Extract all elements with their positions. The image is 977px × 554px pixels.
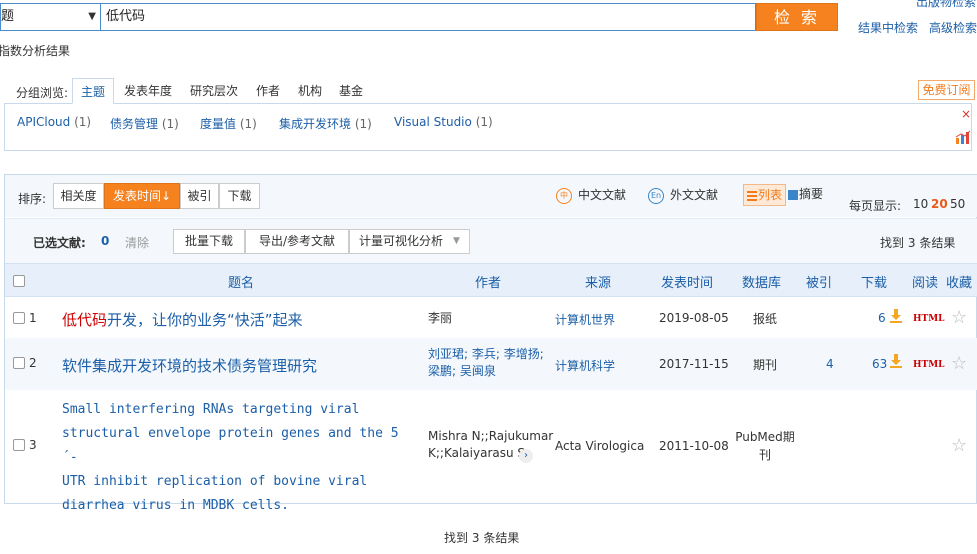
summary-icon xyxy=(788,189,798,200)
sort-label: 排序: xyxy=(18,192,47,206)
result-cited-count[interactable]: 4 xyxy=(826,357,834,371)
result-date: 2011-10-08 xyxy=(659,439,729,453)
result-title-link[interactable]: Small interfering RNAs targeting viral s… xyxy=(62,398,414,518)
per-page-20[interactable]: 20 xyxy=(931,197,948,211)
result-source[interactable]: Acta Virologica xyxy=(555,439,644,453)
result-authors[interactable]: Mishra N;;Rajukumar K;;Kalaiyarasu S xyxy=(428,428,553,462)
header-downloads[interactable]: 下载 xyxy=(861,272,887,291)
header-read: 阅读 xyxy=(912,276,939,291)
chevron-down-icon: ▼ xyxy=(88,11,96,22)
per-page-50[interactable]: 50 xyxy=(950,197,965,211)
result-title-link[interactable]: 低代码开发，让你的业务“快活”起来 xyxy=(62,309,303,330)
group-item-debt-management[interactable]: 债务管理 (1) xyxy=(110,115,179,132)
sort-date-button[interactable]: 发表时间↓ xyxy=(104,183,180,209)
arrow-down-icon: ↓ xyxy=(160,189,172,203)
group-tab-fund[interactable]: 基金 xyxy=(339,78,363,104)
per-page-label: 每页显示: xyxy=(849,199,902,213)
favorite-star-icon[interactable]: ☆ xyxy=(951,307,967,328)
list-icon xyxy=(747,190,757,201)
foreign-docs-icon: En xyxy=(648,187,664,204)
free-subscribe-button[interactable]: 免费订阅 xyxy=(918,80,975,100)
read-html-link[interactable]: HTML xyxy=(913,360,945,370)
result-source[interactable]: 计算机世界 xyxy=(555,311,615,328)
group-tab-author[interactable]: 作者 xyxy=(256,78,280,104)
search-query: 低代码 xyxy=(106,9,146,24)
search-button[interactable]: 检 索 xyxy=(756,3,838,31)
publication-search-link[interactable]: 出版物检索 xyxy=(916,0,976,10)
chinese-docs-filter[interactable]: 中中文文献 xyxy=(556,186,626,204)
group-item-ide[interactable]: 集成开发环境 (1) xyxy=(279,115,372,132)
batch-download-button[interactable]: 批量下载 xyxy=(173,229,245,254)
results-count-top: 找到 3 条结果 xyxy=(880,236,956,250)
result-date: 2019-08-05 xyxy=(659,311,729,325)
row-checkbox[interactable] xyxy=(13,357,25,369)
download-icon[interactable] xyxy=(890,354,902,368)
bar-chart-icon[interactable] xyxy=(955,130,971,144)
result-database: 报纸 xyxy=(752,312,777,326)
visual-analysis-button[interactable]: 计量可视化分析 xyxy=(349,229,470,254)
batch-bar xyxy=(5,218,977,263)
select-all-checkbox[interactable] xyxy=(13,275,25,287)
header-database: 数据库 xyxy=(742,276,782,291)
row-number: 3 xyxy=(29,438,37,452)
download-icon[interactable] xyxy=(890,309,902,323)
close-icon[interactable]: × xyxy=(961,107,971,121)
sort-cited-button[interactable]: 被引 xyxy=(180,183,219,209)
search-field-select[interactable]: 题 ▼ xyxy=(0,3,100,31)
result-database: PubMed期 刊 xyxy=(735,430,795,462)
group-tab-level[interactable]: 研究层次 xyxy=(190,78,238,104)
advanced-search-link[interactable]: 高级检索 xyxy=(929,19,977,36)
group-item-metric[interactable]: 度量值 (1) xyxy=(200,115,257,132)
group-item-visual-studio[interactable]: Visual Studio (1) xyxy=(394,115,493,129)
header-date[interactable]: 发表时间 xyxy=(661,272,713,291)
row-checkbox[interactable] xyxy=(13,439,25,451)
group-tab-year[interactable]: 发表年度 xyxy=(124,78,172,104)
header-source: 来源 xyxy=(585,276,612,291)
chinese-docs-icon: 中 xyxy=(556,187,572,204)
sort-relevance-button[interactable]: 相关度 xyxy=(53,183,104,209)
result-source[interactable]: 计算机科学 xyxy=(555,357,615,374)
chevron-down-icon[interactable]: ▼ xyxy=(453,236,460,246)
per-page-10[interactable]: 10 xyxy=(913,197,928,211)
export-references-button[interactable]: 导出/参考文献 xyxy=(245,229,349,254)
search-in-results-link[interactable]: 结果中检索 xyxy=(858,19,918,36)
header-cited[interactable]: 被引 xyxy=(806,272,832,291)
view-list-button[interactable]: 列表 xyxy=(743,184,787,206)
index-analysis-link[interactable]: 指数分析结果 xyxy=(0,42,70,59)
read-html-link[interactable]: HTML xyxy=(913,314,945,324)
row-checkbox[interactable] xyxy=(13,312,25,324)
foreign-docs-filter[interactable]: En 外文文献 xyxy=(648,186,718,204)
header-title[interactable]: 题名 xyxy=(228,272,254,291)
result-date: 2017-11-15 xyxy=(659,357,729,371)
favorite-star-icon[interactable]: ☆ xyxy=(951,353,967,374)
search-input[interactable]: 低代码 xyxy=(100,3,756,31)
result-downloads[interactable]: 63 xyxy=(872,357,887,371)
group-browse-label: 分组浏览: xyxy=(16,86,69,100)
result-downloads[interactable]: 6 xyxy=(878,311,886,325)
search-field-value: 题 xyxy=(1,9,15,24)
clear-selection-button[interactable]: 清除 xyxy=(125,234,149,251)
group-item-apicloud[interactable]: APICloud (1) xyxy=(17,115,91,129)
result-database: 期刊 xyxy=(752,358,777,372)
view-summary-button[interactable]: 摘要 xyxy=(785,184,826,206)
row-number: 1 xyxy=(29,311,37,325)
selected-docs-count: 0 xyxy=(101,234,110,248)
favorite-star-icon[interactable]: ☆ xyxy=(951,435,967,456)
result-title-link[interactable]: 软件集成开发环境的技术债务管理研究 xyxy=(62,355,317,376)
group-tab-institution[interactable]: 机构 xyxy=(298,78,322,104)
row-number: 2 xyxy=(29,356,37,370)
result-authors[interactable]: 刘亚珺; 李兵; 李增扬; 梁鹏; 吴闽泉 xyxy=(428,346,544,380)
header-author: 作者 xyxy=(475,276,502,291)
selected-docs-label: 已选文献: xyxy=(33,236,86,250)
group-tab-topic[interactable]: 主题 xyxy=(72,78,114,104)
header-favorite: 收藏 xyxy=(946,276,973,291)
more-authors-icon[interactable]: › xyxy=(519,449,533,463)
results-count-bottom: 找到 3 条结果 xyxy=(444,531,520,545)
sort-download-button[interactable]: 下载 xyxy=(219,183,260,209)
result-authors[interactable]: 李丽 xyxy=(428,310,452,327)
